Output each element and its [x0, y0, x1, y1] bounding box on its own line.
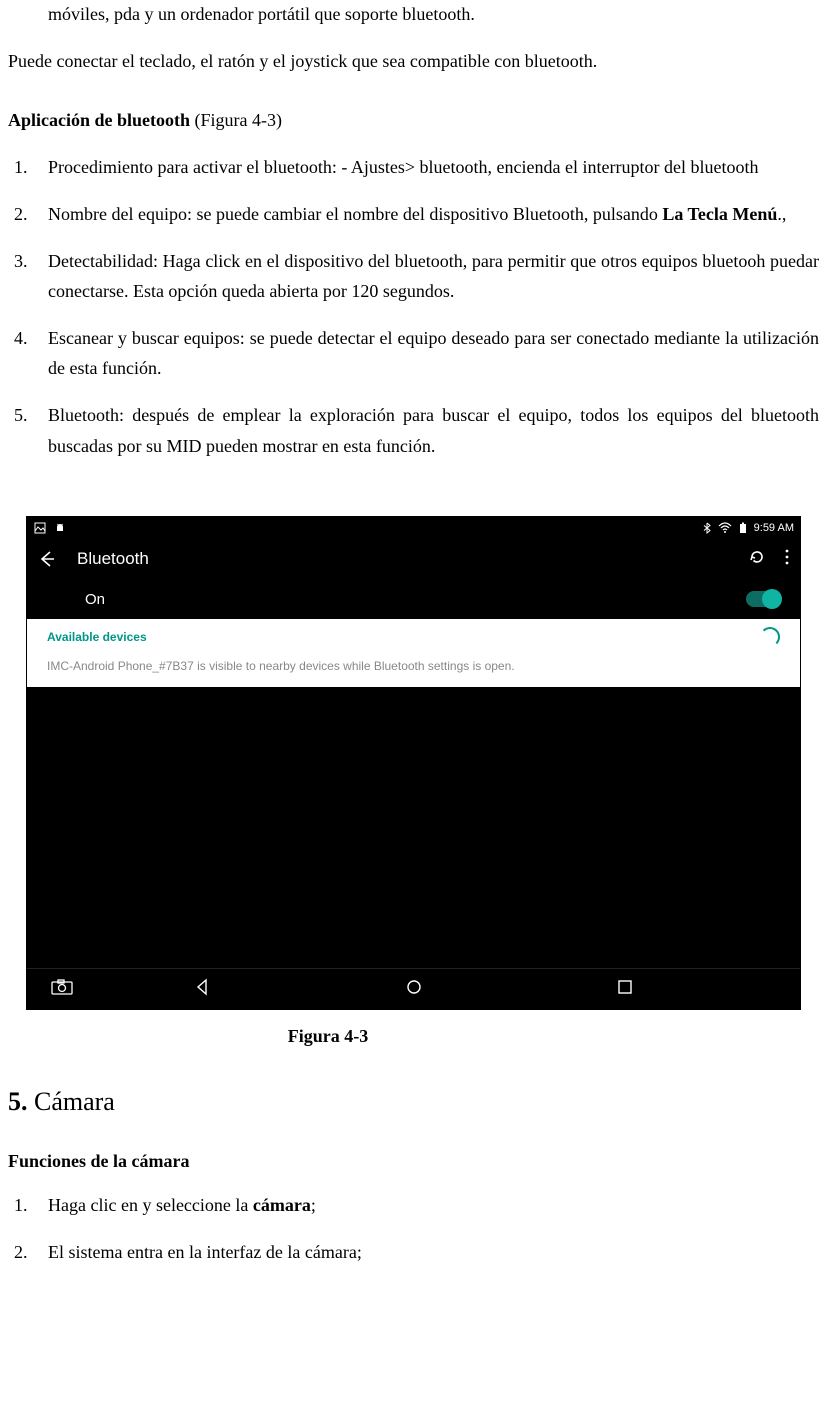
arrow-left-icon [38, 550, 56, 568]
list-item-text: Detectabilidad: Haga click en el disposi… [48, 251, 819, 302]
list-item-text: Haga clic en y seleccione la [48, 1195, 253, 1215]
image-icon [33, 521, 47, 535]
overflow-menu-button[interactable] [784, 548, 790, 571]
bluetooth-toggle[interactable] [746, 591, 780, 607]
bluetooth-icon [700, 521, 714, 535]
refresh-button[interactable] [748, 548, 766, 571]
bluetooth-on-row: On [27, 579, 800, 619]
phone-screenshot: 9:59 AM Bluetooth [26, 516, 801, 1010]
more-vert-icon [784, 548, 790, 566]
figure-caption: Figura 4-3 [248, 1026, 408, 1047]
app-bar: Bluetooth [27, 539, 800, 579]
bluetooth-app-heading-rest: (Figura 4-3) [190, 110, 282, 130]
visibility-info-text: IMC-Android Phone_#7B37 is visible to ne… [27, 655, 800, 687]
camera-icon [51, 979, 73, 995]
status-bar: 9:59 AM [27, 517, 800, 539]
nav-home-icon [405, 978, 423, 996]
camera-steps-list: Haga clic en y seleccione la cámara; El … [8, 1190, 819, 1267]
list-item-text: Procedimiento para activar el bluetooth:… [48, 157, 758, 177]
bluetooth-app-heading: Aplicación de bluetooth (Figura 4-3) [8, 106, 819, 135]
appbar-title: Bluetooth [77, 549, 748, 569]
list-item: Procedimiento para activar el bluetooth:… [32, 152, 819, 183]
nav-home-button[interactable] [405, 978, 423, 1001]
list-item-bold: cámara [253, 1195, 311, 1215]
nav-bar [27, 968, 800, 1009]
list-item: El sistema entra en la interfaz de la cá… [32, 1237, 819, 1268]
bluetooth-app-heading-bold: Aplicación de bluetooth [8, 110, 190, 130]
intro-line-1: móviles, pda y un ordenador portátil que… [8, 0, 819, 29]
list-item-text: Bluetooth: después de emplear la explora… [48, 405, 819, 456]
android-icon [53, 521, 67, 535]
camera-shortcut-button[interactable] [51, 979, 73, 1000]
list-item-text: Nombre del equipo: se puede cambiar el n… [48, 204, 662, 224]
nav-recent-icon [617, 979, 633, 995]
list-item: Haga clic en y seleccione la cámara; [32, 1190, 819, 1221]
list-item-text: ., [777, 204, 786, 224]
available-devices-label: Available devices [47, 630, 147, 644]
refresh-icon [748, 548, 766, 566]
section-title: Cámara [28, 1087, 115, 1116]
figure-wrapper: Application program [8, 516, 819, 1047]
section-5-heading: 5. Cámara [8, 1087, 819, 1117]
nav-recent-button[interactable] [617, 979, 633, 1000]
list-item: Escanear y buscar equipos: se puede dete… [32, 323, 819, 384]
list-item-text: El sistema entra en la interfaz de la cá… [48, 1242, 362, 1262]
section-number: 5. [8, 1087, 28, 1116]
available-devices-row: Available devices [27, 619, 800, 655]
battery-icon [736, 521, 750, 535]
loading-spinner-icon [760, 627, 780, 647]
nav-back-icon [194, 978, 212, 996]
list-item-text: ; [311, 1195, 316, 1215]
list-item-bold: La Tecla Menú [662, 204, 777, 224]
bluetooth-steps-list: Procedimiento para activar el bluetooth:… [8, 152, 819, 461]
intro-line-2: Puede conectar el teclado, el ratón y el… [8, 47, 819, 76]
status-time: 9:59 AM [754, 522, 794, 534]
list-item: Nombre del equipo: se puede cambiar el n… [32, 199, 819, 230]
back-button[interactable] [37, 550, 57, 568]
nav-back-button[interactable] [194, 978, 212, 1001]
on-label: On [85, 591, 105, 608]
camera-functions-heading: Funciones de la cámara [8, 1147, 819, 1176]
list-item: Bluetooth: después de emplear la explora… [32, 400, 819, 461]
list-item: Detectabilidad: Haga click en el disposi… [32, 246, 819, 307]
list-item-text: Escanear y buscar equipos: se puede dete… [48, 328, 819, 379]
wifi-icon [718, 521, 732, 535]
